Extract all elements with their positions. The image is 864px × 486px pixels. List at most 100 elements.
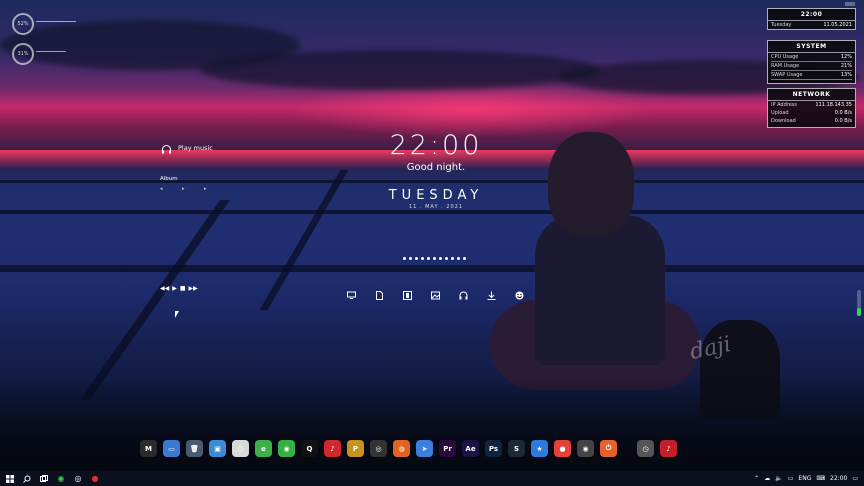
dock-record-app-icon[interactable]: ● [554, 440, 571, 457]
network-icon[interactable]: ▭ [788, 475, 794, 482]
usage-bar [771, 79, 852, 80]
monitor-icon[interactable] [347, 291, 356, 300]
dock-steam-icon[interactable]: S [508, 440, 525, 457]
system-row: SWAP Usage 13% [768, 71, 855, 79]
dock-star-app-icon[interactable]: ★ [531, 440, 548, 457]
dock-after-effects-icon[interactable]: Ae [462, 440, 479, 457]
rewind-icon[interactable]: ◀◀ [160, 285, 169, 292]
notification-icon[interactable]: ▭ [852, 475, 858, 482]
emoji-icon[interactable] [515, 291, 524, 300]
ring-bar [36, 51, 66, 52]
dock-firefox-icon[interactable]: ◍ [393, 440, 410, 457]
download-label: Download [771, 117, 796, 124]
image-icon[interactable] [431, 291, 440, 300]
ring-value: 52% [17, 21, 29, 27]
ip-value: 111.18.143.35 [815, 101, 852, 108]
wechat-icon[interactable]: ◉ [57, 474, 65, 483]
dock-mediaplayer-icon[interactable]: M [140, 440, 157, 457]
dock-photoshop-icon[interactable]: Ps [485, 440, 502, 457]
field-line [79, 200, 231, 400]
field-line [0, 265, 864, 272]
field-line [259, 170, 349, 310]
windows-icon[interactable] [6, 474, 14, 483]
headphones-icon[interactable] [161, 140, 172, 154]
ip-label: IP Address [771, 101, 797, 108]
play-music-label[interactable]: Play music [178, 144, 213, 152]
panel-date-row: Tuesday 11.05.2021 [768, 21, 855, 29]
dock-this-pc-icon[interactable]: ▭ [163, 440, 180, 457]
document-icon[interactable] [375, 291, 384, 300]
volume-icon[interactable]: 🔈 [775, 475, 782, 482]
cpu-ring: 52% [12, 13, 34, 35]
download-value: 0.0 B/s [834, 117, 852, 124]
taskbar-clock[interactable]: 22:00 [830, 475, 847, 482]
date-text: 11 . MAY . 2021 [408, 204, 464, 210]
upload-value: 0.0 B/s [834, 109, 852, 116]
dock-camera-app-icon[interactable]: ◉ [577, 440, 594, 457]
dock-monitor-clock-icon[interactable]: ◷ [637, 440, 654, 457]
taskbar-left: ◉ ◎ ● [6, 474, 99, 483]
system-panel: SYSTEM CPU Usage 12% RAM Usage 21% SWAP Us… [767, 40, 856, 84]
taskview-icon[interactable] [40, 474, 48, 483]
dock-recycle-bin-icon[interactable]: 🗑 [186, 440, 203, 457]
dock-wechat-icon[interactable]: ◉ [278, 440, 295, 457]
dock-pubg-icon[interactable]: P [347, 440, 364, 457]
dock-ie-icon[interactable]: e [255, 440, 272, 457]
day-text: TUESDAY [388, 188, 484, 203]
ram-value: 21% [840, 62, 852, 69]
dock-obs-icon[interactable]: ◎ [370, 440, 387, 457]
network-row: Download 0.0 B/s [768, 117, 855, 127]
obs-icon[interactable]: ◎ [74, 474, 82, 483]
panel-day: Tuesday [771, 21, 792, 28]
language-indicator[interactable]: ENG [798, 475, 811, 482]
girl-figure [535, 215, 665, 365]
dock-premiere-icon[interactable]: Pr [439, 440, 456, 457]
dock-qq-icon[interactable]: Q [301, 440, 318, 457]
app-dock: M ▭ 🗑 ▣ ◷ e ◉ Q ♪ P ◎ ◍ ➤ Pr Ae Ps S ★ ● ◉ ⏻ ◷ ♪ [140, 440, 677, 457]
page-dots[interactable] [403, 257, 466, 260]
center-clock: 22:00 [389, 130, 483, 161]
swap-value: 13% [840, 71, 852, 78]
dock-feishu-icon[interactable]: ➤ [416, 440, 433, 457]
ram-label: RAM Usage [771, 62, 800, 69]
taskbar: ◉ ◎ ● ⌃ ☁ 🔈 ▭ ENG ⌨ 22:00 ▭ [0, 471, 864, 486]
dock-netease-music-icon[interactable]: ♪ [324, 440, 341, 457]
playback-controls: ◀◀ ▶ ■ ▶▶ [160, 285, 198, 292]
film-icon[interactable] [403, 291, 412, 300]
dock-netease-mini-icon[interactable]: ♪ [660, 440, 677, 457]
play-icon[interactable]: ▶ [172, 285, 177, 292]
play-small-icon[interactable]: ▸ [182, 186, 185, 192]
center-shortcuts [347, 291, 524, 300]
mouse-cursor [175, 311, 179, 318]
ring-bar [36, 21, 76, 22]
network-row: Upload 0.0 B/s [768, 109, 855, 117]
greeting-text: Good night. [406, 162, 466, 173]
onedrive-icon[interactable]: ☁ [764, 475, 770, 482]
search-icon[interactable] [23, 475, 31, 483]
headphones-icon[interactable] [459, 291, 468, 300]
next-small-icon[interactable]: ▸ [204, 186, 207, 192]
ime-icon[interactable]: ⌨ [816, 475, 825, 482]
system-row: CPU Usage 12% [768, 53, 855, 61]
dock-clock-icon[interactable]: ◷ [232, 440, 249, 457]
wallpaper [0, 0, 864, 486]
prev-small-icon[interactable]: ◂ [160, 186, 163, 192]
download-icon[interactable] [487, 291, 496, 300]
upload-label: Upload [771, 109, 789, 116]
top-pin [845, 2, 855, 6]
netease-icon[interactable]: ● [91, 474, 99, 483]
stop-icon[interactable]: ■ [180, 285, 186, 292]
ring-value: 31% [17, 51, 29, 57]
field-line [0, 210, 864, 214]
tray-chevron-icon[interactable]: ⌃ [754, 475, 759, 482]
volume-level [857, 308, 861, 316]
clock-panel: 22:00 Tuesday 11.05.2021 [767, 8, 856, 30]
system-title: SYSTEM [768, 41, 855, 53]
album-label: Album [160, 176, 178, 182]
dock-control-panel-icon[interactable]: ▣ [209, 440, 226, 457]
dock-power-icon[interactable]: ⏻ [600, 440, 617, 457]
network-row: IP Address 111.18.143.35 [768, 101, 855, 109]
forward-icon[interactable]: ▶▶ [189, 285, 198, 292]
volume-slider[interactable] [857, 290, 861, 316]
cpu-label: CPU Usage [771, 53, 799, 60]
